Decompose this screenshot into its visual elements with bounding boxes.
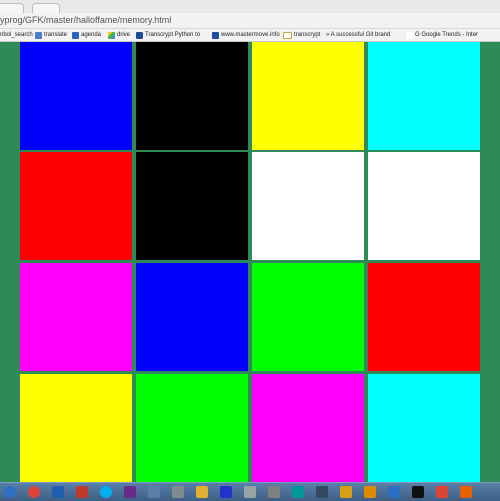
app-star-icon[interactable] (340, 486, 352, 498)
bookmark-item[interactable]: www.mastermove.info (212, 29, 280, 41)
memory-card[interactable] (252, 374, 364, 482)
memory-card[interactable] (136, 42, 248, 150)
agenda-icon (72, 31, 79, 39)
app-yellow-icon[interactable] (196, 486, 208, 498)
drive-icon (108, 31, 115, 39)
url-text[interactable]: yprog/GFK/master/halloffame/memory.html (0, 14, 171, 27)
app-settings-icon[interactable] (244, 486, 256, 498)
bookmark-label: G Google Trends - Inter (415, 32, 479, 38)
chrome-icon[interactable] (28, 486, 40, 498)
app-chrome2-icon[interactable] (436, 486, 448, 498)
app-folder-icon[interactable] (148, 486, 160, 498)
bookmark-item[interactable]: translate (35, 29, 67, 41)
app-firefox-icon[interactable] (460, 486, 472, 498)
bookmark-label: » A successful Git brand (326, 32, 391, 38)
memory-card[interactable] (252, 42, 364, 150)
app-purple-icon[interactable] (124, 486, 136, 498)
bookmark-item[interactable]: drive (108, 29, 130, 41)
memory-board (0, 42, 500, 482)
memory-card[interactable] (136, 374, 248, 482)
mastermove-icon (212, 31, 219, 39)
memory-card[interactable] (20, 374, 132, 482)
bookmarks-bar: nbol_search translate agenda drive Transcryp… (0, 29, 500, 42)
psd-icon[interactable] (52, 486, 64, 498)
bookmark-item[interactable]: agenda (72, 29, 101, 41)
bookmark-item[interactable]: » A successful Git brand (326, 29, 390, 41)
memory-card[interactable] (136, 263, 248, 371)
memory-card[interactable] (136, 152, 248, 260)
bookmark-label: transcrypt (294, 32, 321, 38)
terminal-icon[interactable] (412, 486, 424, 498)
bookmark-item[interactable]: nbol_search (0, 29, 33, 41)
app-gray-icon[interactable] (268, 486, 280, 498)
skype-icon[interactable] (100, 486, 112, 498)
address-bar[interactable]: yprog/GFK/master/halloffame/memory.html (0, 13, 500, 29)
memory-card[interactable] (252, 152, 364, 260)
bookmark-label: drive (117, 32, 131, 38)
memory-card[interactable] (20, 152, 132, 260)
bookmark-label: Transcrypt Python to (145, 32, 201, 38)
app-blue-diamond-icon[interactable] (220, 486, 232, 498)
bookmark-item[interactable]: G Google Trends - Inter (406, 29, 478, 41)
bookmark-label: www.mastermove.info (221, 32, 280, 38)
tab-strip (0, 0, 500, 14)
app-bug-icon[interactable] (316, 486, 328, 498)
arduino-icon[interactable] (292, 486, 304, 498)
memory-card[interactable] (20, 263, 132, 371)
app-doc-icon[interactable] (172, 486, 184, 498)
memory-card[interactable] (20, 42, 132, 150)
bookmark-item[interactable]: Transcrypt Python to (136, 29, 200, 41)
memory-card[interactable] (252, 263, 364, 371)
memory-card[interactable] (368, 152, 480, 260)
app-orange-icon[interactable] (364, 486, 376, 498)
app-red-icon[interactable] (76, 486, 88, 498)
memory-card[interactable] (368, 263, 480, 371)
bookmark-item[interactable]: transcrypt (283, 29, 320, 41)
app-blue-icon[interactable] (388, 486, 400, 498)
bookmark-label: agenda (81, 32, 102, 38)
folder-icon (283, 31, 292, 39)
bookmark-label: nbol_search (0, 32, 33, 38)
transcrypt-icon (136, 31, 143, 39)
bookmark-label: translate (44, 32, 68, 38)
translate-icon (35, 31, 42, 39)
memory-card[interactable] (368, 42, 480, 150)
start-icon[interactable] (4, 486, 16, 498)
google-icon (406, 31, 413, 39)
taskbar (0, 482, 500, 501)
memory-card[interactable] (368, 374, 480, 482)
